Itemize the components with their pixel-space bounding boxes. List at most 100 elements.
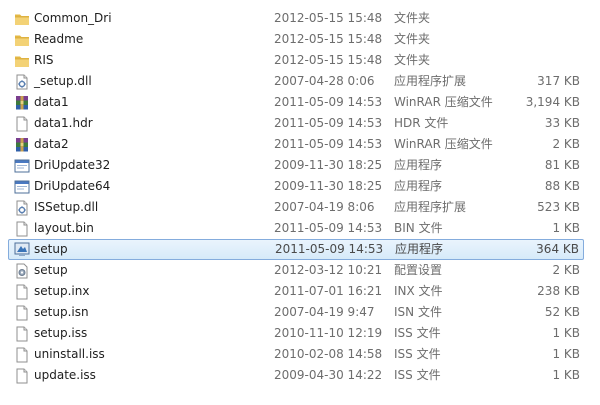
file-size: 33 KB xyxy=(544,116,580,130)
file-date: 2011-05-09 14:53 xyxy=(274,137,383,151)
file-type: 文件夹 xyxy=(394,53,431,67)
file-row[interactable]: setup.inx 2011-07-01 16:21 INX 文件 238 KB xyxy=(8,281,584,302)
file-size: 1 KB xyxy=(552,368,580,382)
file-icon xyxy=(14,326,30,342)
file-type: ISS 文件 xyxy=(394,347,441,361)
file-name: setup xyxy=(34,263,68,277)
file-type: 文件夹 xyxy=(394,11,431,25)
file-row[interactable]: layout.bin 2011-05-09 14:53 BIN 文件 1 KB xyxy=(8,218,584,239)
file-row[interactable]: setup.isn 2007-04-19 9:47 ISN 文件 52 KB xyxy=(8,302,584,323)
file-size: 81 KB xyxy=(544,158,580,172)
dll-icon xyxy=(14,74,30,90)
file-type: ISS 文件 xyxy=(394,368,441,382)
winrar-icon xyxy=(14,95,30,111)
file-icon xyxy=(14,368,30,384)
file-date: 2007-04-19 8:06 xyxy=(274,200,375,214)
file-name: _setup.dll xyxy=(34,74,92,88)
file-icon xyxy=(14,284,30,300)
file-size: 2 KB xyxy=(552,263,580,277)
file-row-selected[interactable]: setup 2011-05-09 14:53 应用程序 364 KB xyxy=(8,239,584,260)
file-name: setup.iss xyxy=(34,326,88,340)
file-type: 应用程序扩展 xyxy=(394,74,467,88)
file-type: 配置设置 xyxy=(394,263,443,277)
file-row[interactable]: DriUpdate32 2009-11-30 18:25 应用程序 81 KB xyxy=(8,155,584,176)
config-icon xyxy=(14,263,30,279)
file-size: 2 KB xyxy=(552,137,580,151)
file-icon xyxy=(14,347,30,363)
file-date: 2007-04-28 0:06 xyxy=(274,74,375,88)
file-date: 2012-05-15 15:48 xyxy=(274,32,383,46)
file-size: 1 KB xyxy=(552,347,580,361)
file-name: data1 xyxy=(34,95,69,109)
file-icon xyxy=(14,305,30,321)
folder-icon xyxy=(14,53,30,69)
file-size: 364 KB xyxy=(536,242,579,256)
file-name: data1.hdr xyxy=(34,116,93,130)
file-row[interactable]: update.iss 2009-04-30 14:22 ISS 文件 1 KB xyxy=(8,365,584,386)
file-type: HDR 文件 xyxy=(394,116,449,130)
file-row[interactable]: data2 2011-05-09 14:53 WinRAR 压缩文件 2 KB xyxy=(8,134,584,155)
folder-icon xyxy=(14,32,30,48)
file-type: WinRAR 压缩文件 xyxy=(394,137,493,151)
file-row[interactable]: uninstall.iss 2010-02-08 14:58 ISS 文件 1 … xyxy=(8,344,584,365)
file-row[interactable]: data1 2011-05-09 14:53 WinRAR 压缩文件 3,194… xyxy=(8,92,584,113)
file-row[interactable]: setup.iss 2010-11-10 12:19 ISS 文件 1 KB xyxy=(8,323,584,344)
file-date: 2011-05-09 14:53 xyxy=(274,95,383,109)
file-icon xyxy=(14,221,30,237)
file-name: DriUpdate64 xyxy=(34,179,111,193)
file-row[interactable]: RIS 2012-05-15 15:48 文件夹 xyxy=(8,50,584,71)
file-date: 2009-11-30 18:25 xyxy=(274,158,383,172)
file-name: setup.isn xyxy=(34,305,89,319)
file-name: ISSetup.dll xyxy=(34,200,99,214)
file-name: layout.bin xyxy=(34,221,94,235)
file-size: 1 KB xyxy=(552,221,580,235)
file-type: 应用程序 xyxy=(395,242,444,256)
file-list: Common_Dri 2012-05-15 15:48 文件夹 Readme 2… xyxy=(0,0,600,405)
file-type: ISS 文件 xyxy=(394,326,441,340)
file-date: 2011-05-09 14:53 xyxy=(275,242,384,256)
file-size: 1 KB xyxy=(552,326,580,340)
setup-icon xyxy=(14,241,30,257)
file-icon xyxy=(14,116,30,132)
file-name: setup xyxy=(34,242,68,256)
file-date: 2012-05-15 15:48 xyxy=(274,53,383,67)
file-date: 2010-11-10 12:19 xyxy=(274,326,383,340)
dll-icon xyxy=(14,200,30,216)
file-size: 88 KB xyxy=(544,179,580,193)
winrar-icon xyxy=(14,137,30,153)
app-icon xyxy=(14,179,30,195)
file-row[interactable]: setup 2012-03-12 10:21 配置设置 2 KB xyxy=(8,260,584,281)
file-date: 2012-03-12 10:21 xyxy=(274,263,383,277)
file-type: 应用程序扩展 xyxy=(394,200,467,214)
file-date: 2012-05-15 15:48 xyxy=(274,11,383,25)
file-date: 2007-04-19 9:47 xyxy=(274,305,375,319)
folder-icon xyxy=(14,11,30,27)
file-name: update.iss xyxy=(34,368,96,382)
file-size: 238 KB xyxy=(537,284,580,298)
file-row[interactable]: _setup.dll 2007-04-28 0:06 应用程序扩展 317 KB xyxy=(8,71,584,92)
file-type: 应用程序 xyxy=(394,179,443,193)
file-row[interactable]: Readme 2012-05-15 15:48 文件夹 xyxy=(8,29,584,50)
file-name: RIS xyxy=(34,53,54,67)
file-type: ISN 文件 xyxy=(394,305,442,319)
file-type: BIN 文件 xyxy=(394,221,443,235)
file-row[interactable]: data1.hdr 2011-05-09 14:53 HDR 文件 33 KB xyxy=(8,113,584,134)
file-size: 523 KB xyxy=(537,200,580,214)
file-date: 2009-11-30 18:25 xyxy=(274,179,383,193)
file-type: INX 文件 xyxy=(394,284,443,298)
file-name: Readme xyxy=(34,32,84,46)
file-size: 3,194 KB xyxy=(525,95,580,109)
file-date: 2011-05-09 14:53 xyxy=(274,116,383,130)
file-type: WinRAR 压缩文件 xyxy=(394,95,493,109)
file-type: 应用程序 xyxy=(394,158,443,172)
file-row[interactable]: Common_Dri 2012-05-15 15:48 文件夹 xyxy=(8,8,584,29)
file-date: 2009-04-30 14:22 xyxy=(274,368,383,382)
file-row[interactable]: ISSetup.dll 2007-04-19 8:06 应用程序扩展 523 K… xyxy=(8,197,584,218)
file-name: setup.inx xyxy=(34,284,90,298)
file-type: 文件夹 xyxy=(394,32,431,46)
file-date: 2011-07-01 16:21 xyxy=(274,284,383,298)
file-name: data2 xyxy=(34,137,69,151)
file-size: 317 KB xyxy=(537,74,580,88)
file-row[interactable]: DriUpdate64 2009-11-30 18:25 应用程序 88 KB xyxy=(8,176,584,197)
file-name: uninstall.iss xyxy=(34,347,105,361)
